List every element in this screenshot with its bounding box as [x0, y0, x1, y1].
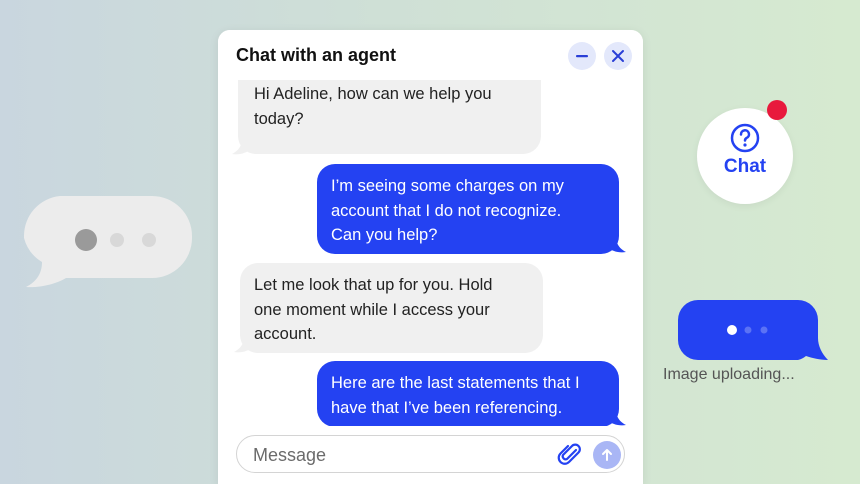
message-line: account that I do not recognize.: [331, 201, 562, 220]
message-input[interactable]: [253, 442, 533, 468]
message-line: Hi Adeline, how can we help you: [254, 85, 492, 103]
user-message: Here are the last statements that I have…: [317, 361, 619, 427]
message-composer: [236, 435, 625, 473]
message-line: account.: [254, 325, 317, 343]
message-line: Can you help?: [331, 226, 438, 244]
chat-title: Chat with an agent: [236, 45, 397, 65]
agent-message: Let me look that up for you. Hold one mo…: [240, 263, 543, 353]
chat-header: Chat with an agent: [218, 30, 643, 80]
send-button[interactable]: [593, 441, 621, 469]
agent-message: Hi Adeline, how can we help you today?: [238, 78, 541, 154]
help-circle-icon: [730, 123, 760, 153]
close-button[interactable]: [604, 42, 632, 70]
notification-badge: [767, 100, 787, 120]
message-line: Here are the last statements that I: [331, 374, 580, 392]
minimize-button[interactable]: [568, 42, 596, 70]
minus-icon: [576, 55, 588, 58]
chat-launcher-button[interactable]: Chat: [697, 108, 793, 204]
message-line: one moment while I access your: [254, 300, 490, 319]
chat-window: Chat with an agent Hi Adeline, how can w…: [218, 30, 643, 484]
message-line: today?: [254, 109, 304, 128]
uploading-bubble: [676, 300, 828, 367]
message-list: Hi Adeline, how can we help you today? I…: [218, 78, 643, 456]
paperclip-icon[interactable]: [557, 442, 583, 468]
message-line: Let me look that up for you. Hold: [254, 276, 493, 294]
message-line: have that I’ve been referencing.: [331, 398, 563, 417]
upload-status-text: Image uploading...: [663, 366, 795, 383]
arrow-up-icon: [602, 449, 612, 461]
user-message: I’m seeing some charges on my account th…: [317, 164, 619, 254]
chat-launcher-label: Chat: [723, 156, 767, 177]
message-line: I’m seeing some charges on my: [331, 177, 564, 195]
close-icon: [612, 50, 624, 62]
